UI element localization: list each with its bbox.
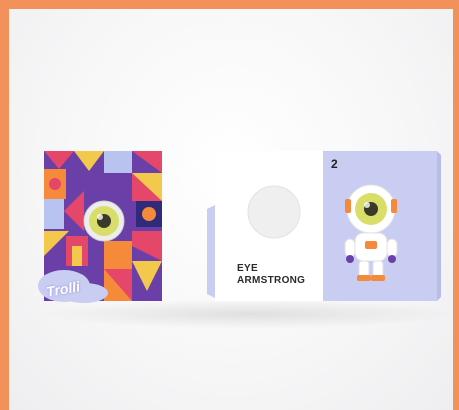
photo-frame: 2 EYE ARMSTRONG Trolli — [0, 0, 459, 410]
caption-line-2: ARMSTRONG — [237, 275, 306, 286]
product-illustration — [38, 151, 441, 303]
card-number: 2 — [331, 157, 338, 171]
caption-line-1: EYE — [237, 263, 258, 274]
left-card — [38, 151, 162, 303]
card-caption: EYE ARMSTRONG — [237, 263, 305, 287]
empty-capsule-slot — [247, 185, 301, 239]
product-photo: 2 EYE ARMSTRONG Trolli — [9, 9, 453, 410]
